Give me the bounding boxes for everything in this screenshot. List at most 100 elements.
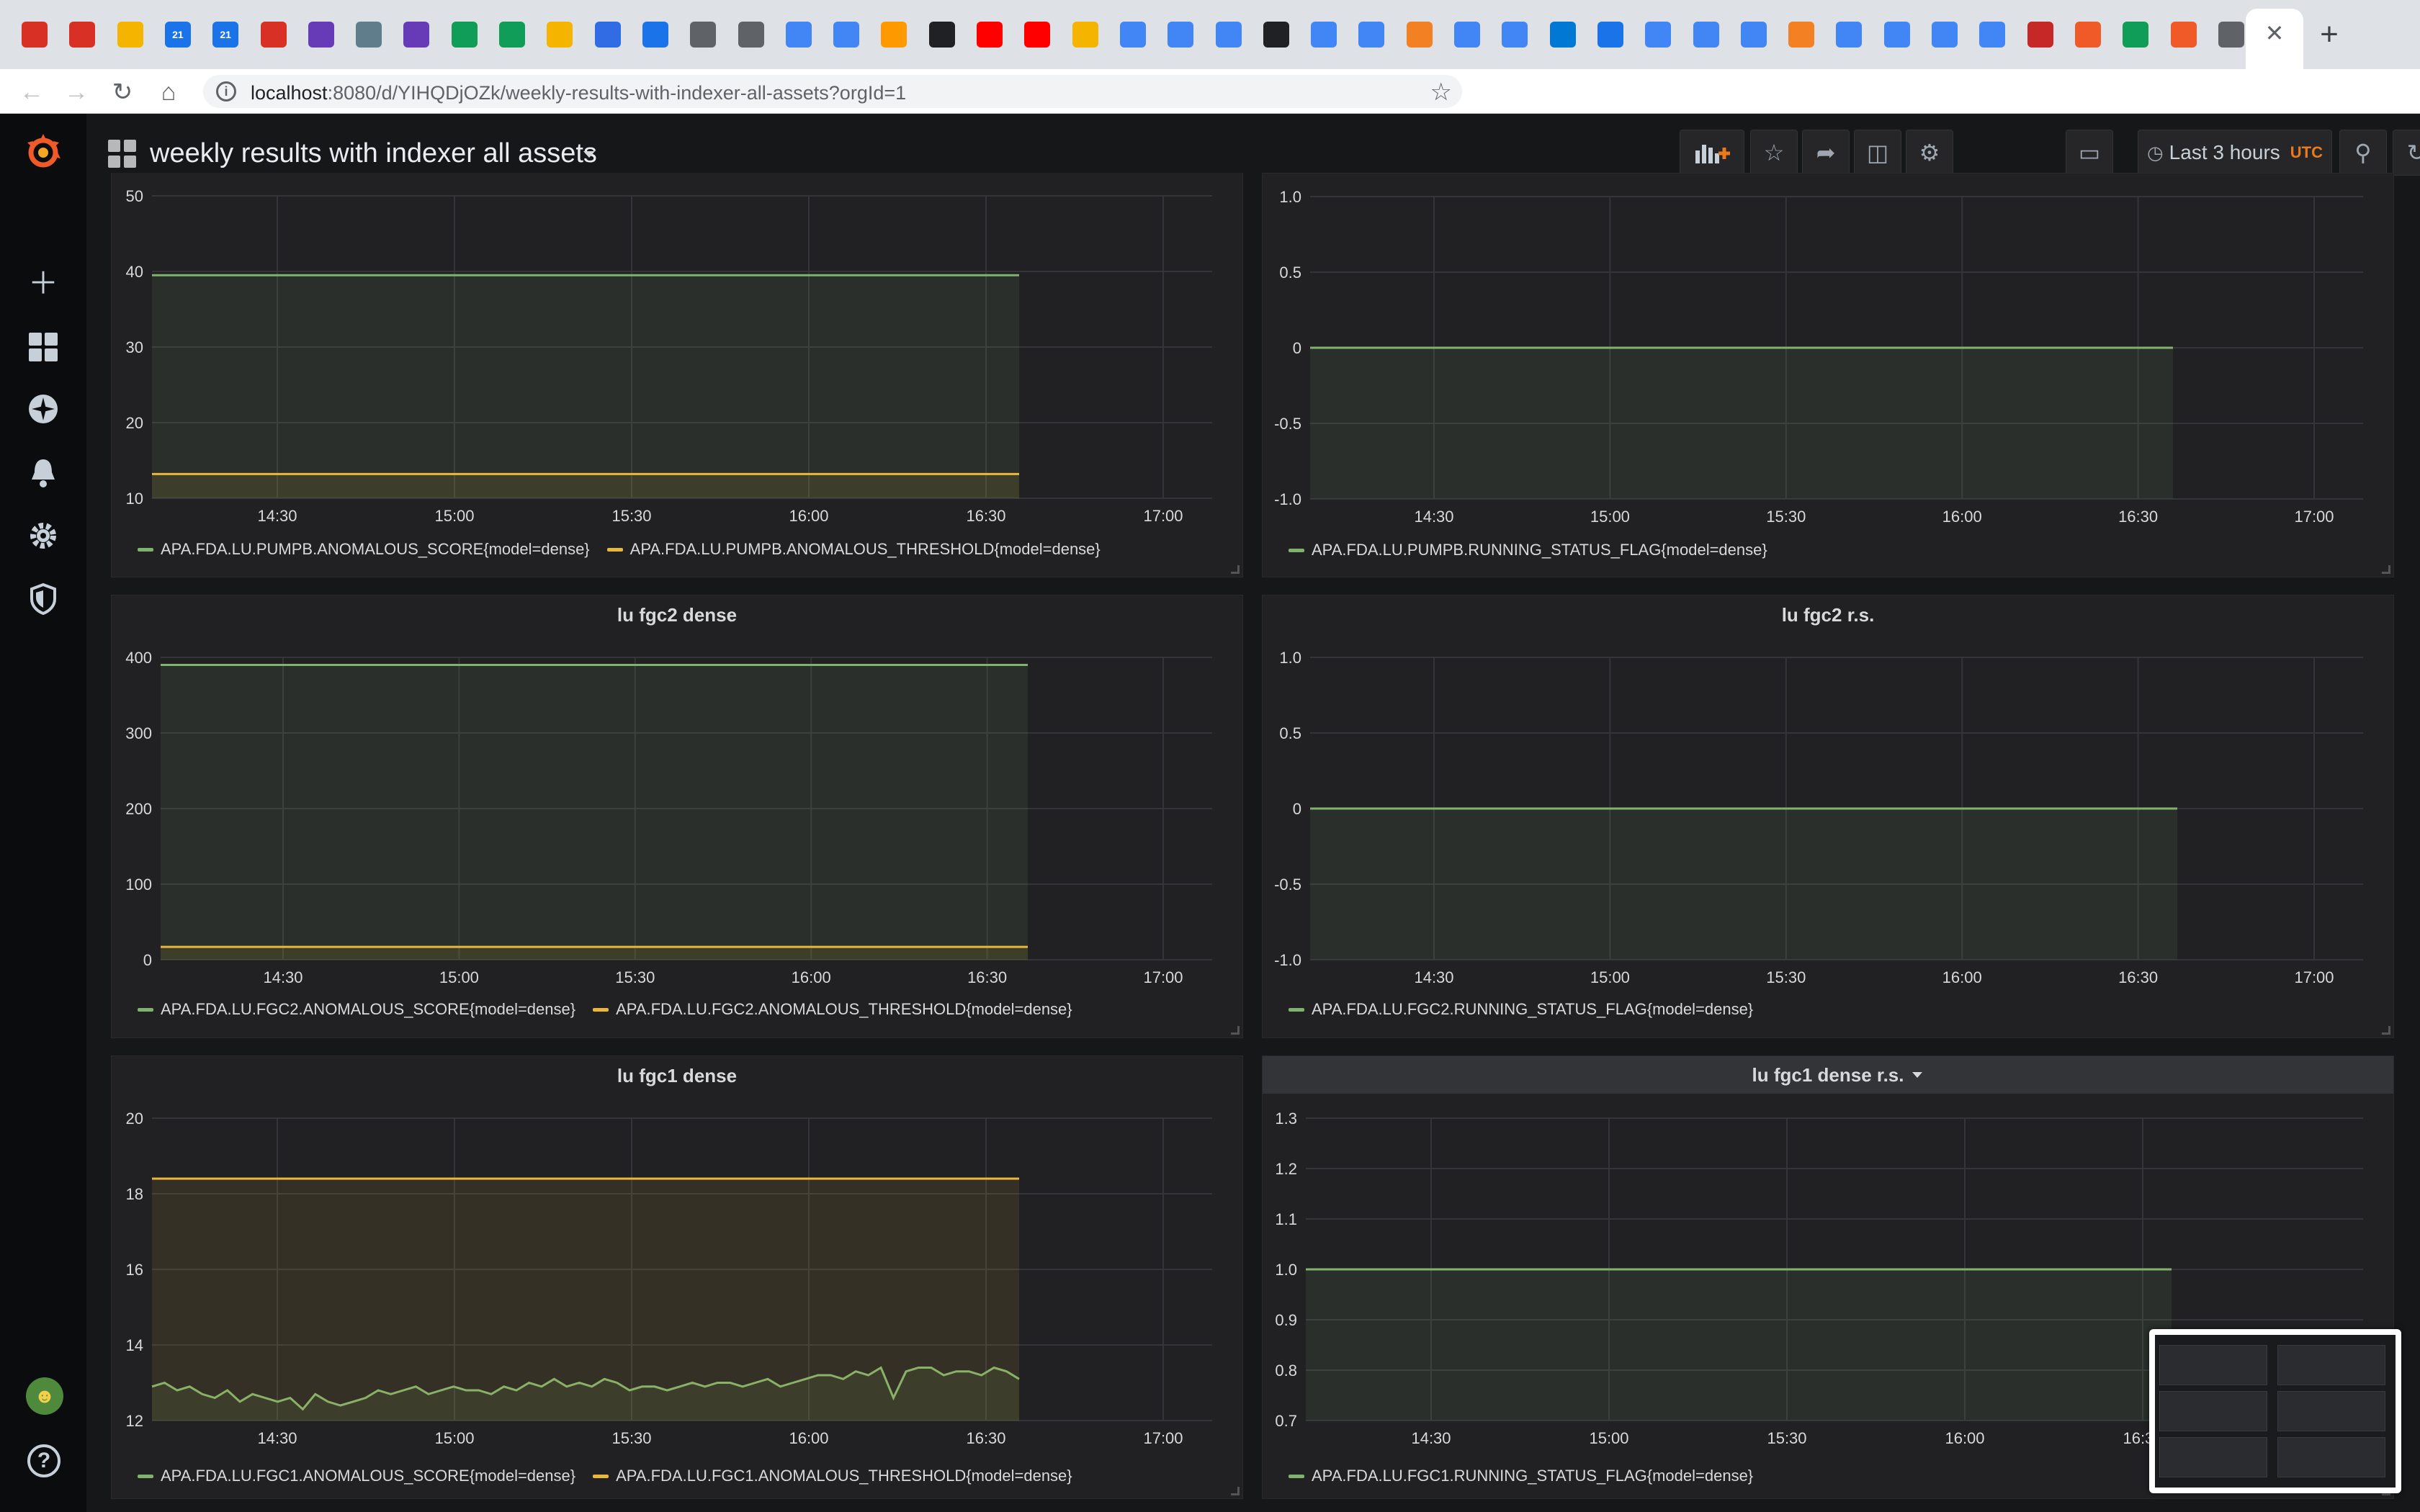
save-dashboard-button[interactable]: ◫ (1854, 130, 1901, 176)
cloud-icon[interactable] (1740, 22, 1767, 48)
legend-label[interactable]: APA.FDA.LU.FGC1.ANOMALOUS_SCORE{model=de… (161, 1467, 575, 1485)
dashboard-dropdown-icon[interactable] (583, 151, 595, 158)
jsc-icon[interactable] (2027, 22, 2053, 48)
legend-item[interactable]: APA.FDA.LU.FGC2.ANOMALOUS_THRESHOLD{mode… (593, 1000, 1072, 1019)
github-icon[interactable] (1263, 22, 1289, 48)
gear-icon[interactable] (738, 22, 764, 48)
slides-icon[interactable] (117, 22, 143, 48)
panel-resize-handle[interactable] (2382, 1026, 2390, 1035)
back-icon[interactable]: ← (17, 78, 46, 107)
panel-p5[interactable]: lu fgc1 dense 12 14 16 18 20 14:30 15:00 15:30 16… (111, 1056, 1243, 1499)
gmail-icon[interactable] (22, 22, 48, 48)
slides-icon[interactable] (547, 22, 573, 48)
stackoverflow-icon[interactable] (1406, 22, 1433, 48)
legend-item[interactable]: APA.FDA.LU.FGC1.ANOMALOUS_SCORE{model=de… (138, 1467, 575, 1485)
brain-icon[interactable] (833, 22, 860, 48)
legend-swatch[interactable] (1289, 548, 1304, 552)
legend-label[interactable]: APA.FDA.LU.FGC2.RUNNING_STATUS_FLAG{mode… (1312, 1000, 1753, 1019)
google-icon[interactable] (1645, 22, 1672, 48)
panel-resize-handle[interactable] (1231, 1487, 1240, 1495)
cloud-icon[interactable] (1932, 22, 1958, 48)
legend-item[interactable]: APA.FDA.LU.FGC2.ANOMALOUS_SCORE{model=de… (138, 1000, 575, 1019)
google-icon[interactable] (1836, 22, 1863, 48)
close-tab-icon[interactable]: ✕ (2260, 19, 2289, 48)
legend-item[interactable]: APA.FDA.LU.PUMPB.RUNNING_STATUS_FLAG{mod… (1289, 541, 1767, 559)
legend-item[interactable]: APA.FDA.LU.FGC1.RUNNING_STATUS_FLAG{mode… (1289, 1467, 1753, 1485)
add-panel-button[interactable] (1680, 130, 1744, 176)
legend-item[interactable]: APA.FDA.LU.FGC2.RUNNING_STATUS_FLAG{mode… (1289, 1000, 1753, 1019)
screenshot-thumbnail[interactable] (2149, 1329, 2401, 1493)
google-icon[interactable] (1358, 22, 1385, 48)
brain-icon[interactable] (785, 22, 812, 48)
search-icon[interactable] (642, 22, 668, 48)
panel-resize-handle[interactable] (1231, 565, 1240, 574)
grafana-icon[interactable] (2074, 22, 2101, 48)
grafana-logo-icon[interactable] (22, 130, 65, 173)
google-icon[interactable] (1168, 22, 1194, 48)
gear-icon[interactable] (690, 22, 717, 48)
new-tab-button[interactable]: + (2313, 19, 2345, 50)
refresh-button[interactable]: ↻ (2393, 130, 2420, 176)
legend-swatch[interactable] (606, 547, 623, 552)
dashboard-title[interactable]: weekly results with indexer all assets (150, 138, 597, 169)
zoom-out-button[interactable]: ⚲ (2339, 130, 2387, 176)
legend-item[interactable]: APA.FDA.LU.PUMPB.ANOMALOUS_SCORE{model=d… (138, 540, 590, 559)
panel-p4[interactable]: lu fgc2 r.s. -1.0 -0.5 0 0.5 1.0 14:30 15:00 15:… (1262, 595, 2394, 1038)
create-plus-icon[interactable]: ＋ (26, 264, 60, 300)
database-icon[interactable] (1597, 22, 1623, 48)
k8s-icon[interactable] (594, 22, 621, 48)
bookmark-star-icon[interactable]: ☆ (1430, 78, 1452, 107)
legend-item[interactable]: APA.FDA.LU.PUMPB.ANOMALOUS_THRESHOLD{mod… (606, 540, 1101, 559)
stackoverflow-icon[interactable] (1788, 22, 1815, 48)
calendar-icon[interactable]: 21 (164, 22, 191, 48)
cloud-icon[interactable] (1883, 22, 1910, 48)
reload-icon[interactable]: ↻ (108, 78, 137, 107)
panel-resize-handle[interactable] (2382, 565, 2390, 574)
airflow-icon[interactable] (499, 22, 525, 48)
legend-item[interactable]: APA.FDA.LU.FGC1.ANOMALOUS_THRESHOLD{mode… (593, 1467, 1072, 1485)
explore-compass-icon[interactable] (26, 392, 60, 426)
share-dashboard-button[interactable]: ➦ (1802, 130, 1850, 176)
legend-label[interactable]: APA.FDA.LU.PUMPB.RUNNING_STATUS_FLAG{mod… (1312, 541, 1767, 559)
dashboards-icon[interactable] (26, 330, 60, 364)
panel-p1[interactable]: 10 20 30 40 50 14:30 15:00 15:30 16:00 16:30 17:00… (111, 173, 1243, 577)
panel-resize-handle[interactable] (1231, 1026, 1240, 1035)
forward-icon[interactable]: → (62, 78, 91, 107)
code-icon[interactable] (1119, 22, 1146, 48)
legend-label[interactable]: APA.FDA.LU.PUMPB.ANOMALOUS_SCORE{model=d… (161, 540, 590, 559)
legend-swatch[interactable] (138, 1007, 153, 1012)
azure-icon[interactable] (1549, 22, 1576, 48)
legend-label[interactable]: APA.FDA.LU.FGC1.RUNNING_STATUS_FLAG{mode… (1312, 1467, 1753, 1485)
address-bar[interactable]: i localhost:8080/d/YIHQDjOZk/weekly-resu… (203, 75, 1462, 108)
calendar-icon[interactable]: 21 (212, 22, 239, 48)
cloud-icon[interactable] (1454, 22, 1480, 48)
youtube-icon[interactable] (977, 22, 1003, 48)
legend-label[interactable]: APA.FDA.LU.FGC2.ANOMALOUS_SCORE{model=de… (161, 1000, 575, 1019)
bird-icon[interactable] (356, 22, 382, 48)
dashboard-settings-button[interactable]: ⚙ (1906, 130, 1953, 176)
legend-swatch[interactable] (138, 1474, 153, 1478)
sheets-icon[interactable] (2123, 22, 2149, 48)
url-text[interactable]: localhost:8080/d/YIHQDjOZk/weekly-result… (251, 82, 906, 104)
grafana-icon[interactable] (2170, 22, 2197, 48)
star-dashboard-button[interactable]: ☆ (1750, 130, 1798, 176)
youtube-icon[interactable] (1024, 22, 1051, 48)
legend-label[interactable]: APA.FDA.LU.FGC1.ANOMALOUS_THRESHOLD{mode… (616, 1467, 1072, 1485)
legend-swatch[interactable] (138, 547, 153, 552)
help-icon[interactable]: ? (27, 1444, 60, 1477)
legend-swatch[interactable] (593, 1007, 609, 1012)
gmail-icon[interactable] (260, 22, 287, 48)
site-info-icon[interactable]: i (216, 81, 236, 102)
globe-icon[interactable] (2218, 22, 2244, 48)
forms-icon[interactable] (308, 22, 334, 48)
panel-p3[interactable]: lu fgc2 dense 0 100 200 300 400 14:30 15:00 15:3… (111, 595, 1243, 1038)
legend-swatch[interactable] (1289, 1007, 1304, 1012)
configuration-gear-icon[interactable] (26, 518, 60, 553)
clock-icon[interactable] (928, 22, 955, 48)
slides-icon[interactable] (1072, 22, 1098, 48)
airflow-icon[interactable] (451, 22, 478, 48)
time-picker-button[interactable]: ◷ Last 3 hours UTC (2138, 130, 2332, 176)
forms-icon[interactable] (403, 22, 430, 48)
google-icon[interactable] (1502, 22, 1528, 48)
cloud-icon[interactable] (1693, 22, 1719, 48)
